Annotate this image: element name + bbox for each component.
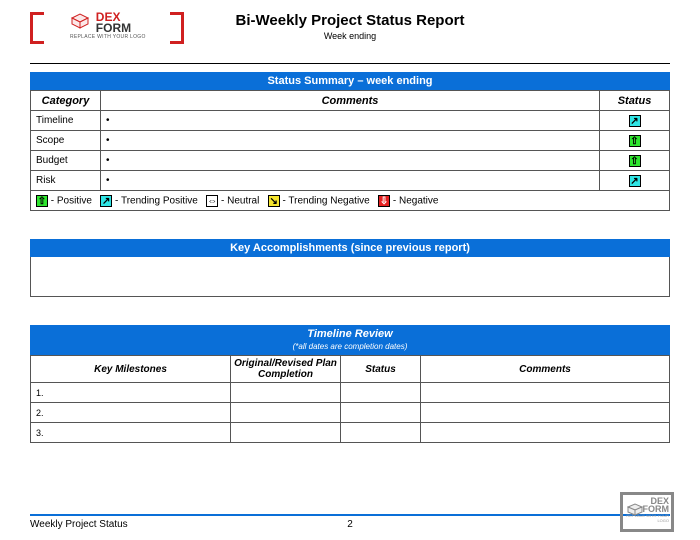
col-comments: Comments <box>421 356 670 383</box>
positive-icon: ⇧ <box>629 155 641 167</box>
col-status: Status <box>341 356 421 383</box>
cell-status: ↗ <box>600 111 670 131</box>
legend-label: - Trending Positive <box>115 195 198 206</box>
table-row: Scope • ⇧ <box>31 131 670 151</box>
neutral-icon: ⇔ <box>206 195 218 207</box>
trending-negative-icon: ↘ <box>268 195 280 207</box>
cell <box>341 423 421 443</box>
cell <box>421 423 670 443</box>
cell-num: 2. <box>31 403 231 423</box>
col-category: Category <box>31 91 101 111</box>
accomplishments-header: Key Accomplishments (since previous repo… <box>30 239 670 257</box>
cell <box>231 423 341 443</box>
trending-positive-icon: ↗ <box>629 175 641 187</box>
table-row: 1. <box>31 383 670 403</box>
col-plan: Original/Revised Plan Completion <box>231 356 341 383</box>
trending-positive-icon: ↗ <box>629 115 641 127</box>
legend-label: - Trending Negative <box>282 195 369 206</box>
cell-category: Scope <box>31 131 101 151</box>
cell-comment: • <box>101 111 600 131</box>
page-header: DEX FORM REPLACE WITH YOUR LOGO Bi-Weekl… <box>30 12 670 64</box>
cell-num: 3. <box>31 423 231 443</box>
positive-icon: ⇧ <box>36 195 48 207</box>
table-row: Budget • ⇧ <box>31 151 670 171</box>
positive-icon: ⇧ <box>629 135 641 147</box>
cell-status: ⇧ <box>600 151 670 171</box>
col-status: Status <box>600 91 670 111</box>
col-comments: Comments <box>101 91 600 111</box>
timeline-header: Timeline Review (*all dates are completi… <box>30 325 670 355</box>
cell <box>231 383 341 403</box>
accomplishments-body <box>30 257 670 297</box>
timeline-table: Key Milestones Original/Revised Plan Com… <box>30 355 670 443</box>
cell-comment: • <box>101 131 600 151</box>
page-number: 2 <box>347 519 353 530</box>
cell-category: Risk <box>31 171 101 191</box>
negative-icon: ⇩ <box>378 195 390 207</box>
logo-text-2: FORM <box>96 23 131 34</box>
cube-icon <box>70 12 90 33</box>
cell-comment: • <box>101 171 600 191</box>
cell <box>341 403 421 423</box>
cell-category: Timeline <box>31 111 101 131</box>
accomplishments-section: Key Accomplishments (since previous repo… <box>30 239 670 297</box>
page-footer: Weekly Project Status 2 DEX FORM REPLACE… <box>30 514 670 530</box>
cell-comment: • <box>101 151 600 171</box>
table-row: Timeline • ↗ <box>31 111 670 131</box>
logo-tagline: REPLACE WITH YOUR LOGO <box>70 34 170 40</box>
footer-left: Weekly Project Status <box>30 519 128 530</box>
cell-num: 1. <box>31 383 231 403</box>
cell-category: Budget <box>31 151 101 171</box>
cell-status: ⇧ <box>600 131 670 151</box>
watermark-logo: DEX FORM REPLACE WITH YOUR LOGO <box>620 492 674 532</box>
bracket-left-icon <box>30 12 44 44</box>
timeline-subheader: (*all dates are completion dates) <box>293 342 408 351</box>
cell <box>231 403 341 423</box>
trending-positive-icon: ↗ <box>100 195 112 207</box>
bracket-right-icon <box>170 12 184 44</box>
legend-row: ⇧ - Positive ↗ - Trending Positive ⇔ - N… <box>31 191 670 211</box>
cell <box>421 403 670 423</box>
status-summary-section: Status Summary – week ending Category Co… <box>30 72 670 211</box>
cell-status: ↗ <box>600 171 670 191</box>
status-summary-table: Category Comments Status Timeline • ↗ Sc… <box>30 90 670 211</box>
table-row: Risk • ↗ <box>31 171 670 191</box>
table-row: 3. <box>31 423 670 443</box>
legend-label: - Neutral <box>221 195 259 206</box>
cell <box>341 383 421 403</box>
table-row: 2. <box>31 403 670 423</box>
cell <box>421 383 670 403</box>
legend-label: - Negative <box>393 195 439 206</box>
legend-label: - Positive <box>51 195 92 206</box>
status-summary-header: Status Summary – week ending <box>30 72 670 90</box>
col-milestones: Key Milestones <box>31 356 231 383</box>
logo-placeholder: DEX FORM REPLACE WITH YOUR LOGO <box>30 8 190 50</box>
timeline-section: Timeline Review (*all dates are completi… <box>30 325 670 443</box>
